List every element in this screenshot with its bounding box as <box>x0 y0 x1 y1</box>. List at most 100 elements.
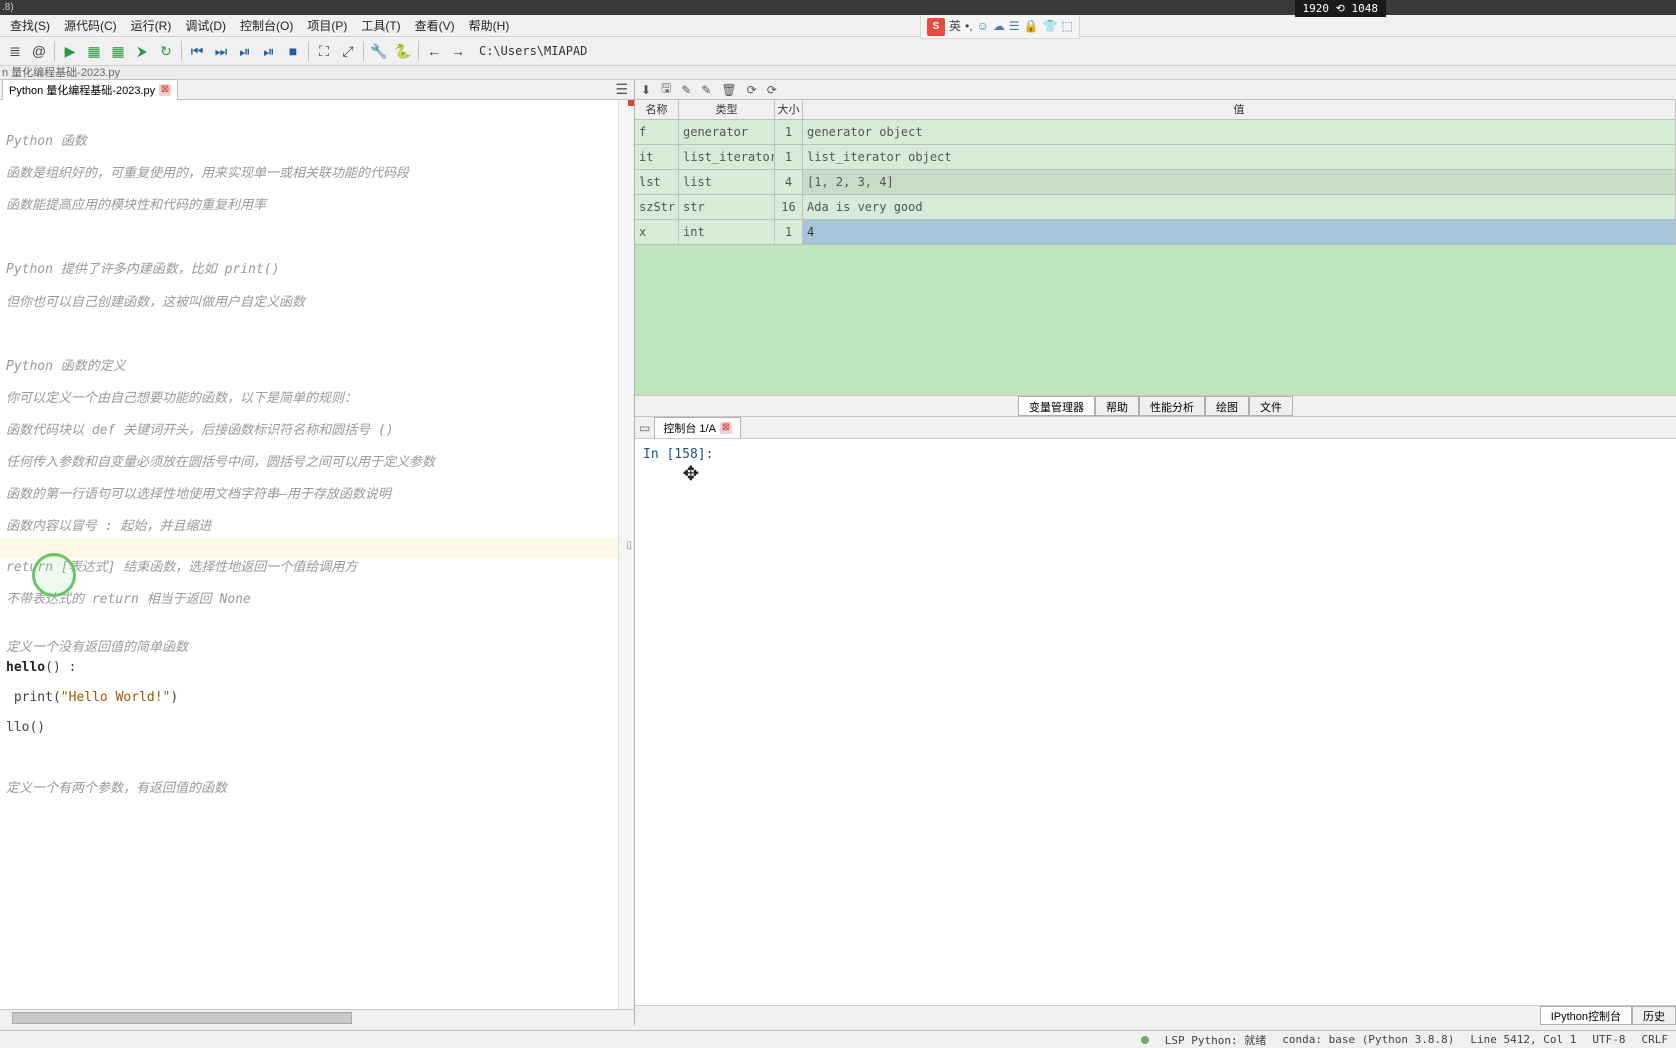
var-name: it <box>635 145 679 169</box>
ime-menu-icon[interactable]: ☰ <box>1009 19 1020 34</box>
tab-files[interactable]: 文件 <box>1249 396 1293 416</box>
ime-skin-icon[interactable]: 👕 <box>1043 19 1058 34</box>
debug-step-over-icon[interactable]: ⏭ <box>210 40 232 62</box>
var-type: str <box>679 195 775 219</box>
maximize-icon[interactable]: ⛶ <box>313 40 335 62</box>
tab-variable-explorer[interactable]: 变量管理器 <box>1018 396 1095 416</box>
main-area: Python 量化编程基础-2023.py ⊠ ☰ Python 函数 函数是组… <box>0 80 1676 1025</box>
menu-tools[interactable]: 工具(T) <box>355 15 406 36</box>
menu-console[interactable]: 控制台(O) <box>234 15 299 36</box>
rerun-icon[interactable]: ↻ <box>155 40 177 62</box>
save-icon[interactable]: 🖫 <box>661 79 671 100</box>
console-body[interactable]: In [158]: ✥ <box>635 439 1676 1005</box>
tab-history[interactable]: 历史 <box>1632 1006 1676 1025</box>
status-bar: LSP Python: 就绪 conda: base (Python 3.8.8… <box>0 1030 1676 1048</box>
scrollbar-thumb[interactable] <box>12 1012 352 1024</box>
toolbar: ≣ @ ▶ ▦ ▦ ⮞ ↻ ⏮ ⏭ ⏯ ⏯ ■ ⛶ ⤢ 🔧 🐍 ← → C:\U… <box>0 37 1676 66</box>
var-size: 1 <box>775 145 803 169</box>
nav-back-icon[interactable]: ← <box>423 40 445 62</box>
tab-help[interactable]: 帮助 <box>1095 396 1139 416</box>
status-line-col[interactable]: Line 5412, Col 1 <box>1470 1033 1576 1046</box>
menu-view[interactable]: 查看(V) <box>409 15 461 36</box>
menu-source[interactable]: 源代码(C) <box>58 15 123 36</box>
ime-punct-label[interactable]: •, <box>965 19 973 34</box>
preferences-icon[interactable]: 🔧 <box>368 40 390 62</box>
browse-icon[interactable]: ▭ <box>639 421 650 435</box>
status-lsp[interactable]: LSP Python: 就绪 <box>1165 1032 1266 1048</box>
separator <box>363 41 364 61</box>
console-tab-active[interactable]: 控制台 1/A ⊠ <box>654 417 741 438</box>
debug-step-out-icon[interactable]: ⏯ <box>258 40 280 62</box>
menu-project[interactable]: 项目(P) <box>301 15 353 36</box>
table-row[interactable]: szStr str 16 Ada is very good <box>635 195 1676 220</box>
tab-ipython-console[interactable]: IPython控制台 <box>1540 1006 1632 1025</box>
table-row[interactable]: f generator 1 generator object <box>635 120 1676 145</box>
run-icon[interactable]: ▶ <box>59 40 81 62</box>
refresh-icon[interactable]: ⟳ <box>747 83 757 97</box>
resolution-indicator: 1920 ⟲ 1048 <box>1295 0 1386 17</box>
menu-help[interactable]: 帮助(H) <box>463 15 516 36</box>
ime-box-icon[interactable]: ⬚ <box>1062 19 1073 34</box>
table-row[interactable]: x int 1 4 <box>635 220 1676 245</box>
variable-toolbar: ⬇ 🖫 ✎ ✎ 🗑 ⟳ ⟳ <box>635 80 1676 100</box>
header-size[interactable]: 大小 <box>775 100 803 119</box>
code-line: 任何传入参数和自变量必须放在圆括号中间，圆括号之间可以用于定义参数 <box>6 453 628 473</box>
ime-logo-icon: S <box>927 18 945 36</box>
fullscreen-icon[interactable]: ⤢ <box>337 40 359 62</box>
status-encoding[interactable]: UTF-8 <box>1592 1033 1625 1046</box>
debug-step-into-icon[interactable]: ⏯ <box>234 40 256 62</box>
tab-plots[interactable]: 绘图 <box>1205 396 1249 416</box>
menu-run[interactable]: 运行(R) <box>125 15 178 36</box>
editor-minimap[interactable]: ▯ <box>618 100 634 1009</box>
run-cell-advance-icon[interactable]: ▦ <box>107 40 129 62</box>
code-line: Python 函数 <box>6 132 628 152</box>
header-value[interactable]: 值 <box>803 100 1676 119</box>
close-icon[interactable]: ⊠ <box>720 422 732 434</box>
outline-icon[interactable]: ≣ <box>4 40 26 62</box>
code-line: hello() : <box>6 658 628 678</box>
console-tabs: ▭ 控制台 1/A ⊠ <box>635 417 1676 439</box>
pythonpath-icon[interactable]: 🐍 <box>392 40 414 62</box>
var-size: 1 <box>775 120 803 144</box>
header-name[interactable]: 名称 <box>635 100 679 119</box>
tab-profiler[interactable]: 性能分析 <box>1139 396 1205 416</box>
workdir-path[interactable]: C:\Users\MIAPAD <box>479 44 587 58</box>
run-selection-icon[interactable]: ⮞ <box>131 40 153 62</box>
status-eol[interactable]: CRLF <box>1642 1033 1669 1046</box>
editor-tab-label: Python 量化编程基础-2023.py <box>9 82 155 98</box>
editor-pane: Python 量化编程基础-2023.py ⊠ ☰ Python 函数 函数是组… <box>0 80 635 1025</box>
minimap-marker-icon <box>628 100 634 106</box>
editor-body[interactable]: Python 函数 函数是组织好的，可重复使用的，用来实现单一或相关联功能的代码… <box>0 100 634 1009</box>
saveas-icon[interactable]: ✎ <box>681 83 691 97</box>
separator <box>418 41 419 61</box>
header-type[interactable]: 类型 <box>679 100 775 119</box>
debug-stop-icon[interactable]: ■ <box>282 40 304 62</box>
ime-lock-icon[interactable]: 🔒 <box>1024 19 1039 34</box>
status-conda[interactable]: conda: base (Python 3.8.8) <box>1282 1033 1454 1046</box>
ime-cloud-icon[interactable]: ☁ <box>993 19 1005 34</box>
close-icon[interactable]: ⊠ <box>159 84 171 96</box>
editor-scrollbar[interactable] <box>0 1009 634 1025</box>
menu-debug[interactable]: 调试(D) <box>179 15 232 36</box>
table-row[interactable]: lst list 4 [1, 2, 3, 4] <box>635 170 1676 195</box>
edit-icon[interactable]: ✎ <box>701 83 711 97</box>
debug-step-back-icon[interactable]: ⏮ <box>186 40 208 62</box>
run-cell-icon[interactable]: ▦ <box>83 40 105 62</box>
title-partial: .8) <box>2 2 14 13</box>
nav-forward-icon[interactable]: → <box>447 40 469 62</box>
delete-icon[interactable]: 🗑 <box>721 83 736 97</box>
code-line: print("Hello World!") <box>6 688 628 708</box>
editor-tab-active[interactable]: Python 量化编程基础-2023.py ⊠ <box>2 79 178 100</box>
table-row[interactable]: it list_iterator 1 list_iterator object <box>635 145 1676 170</box>
menu-find[interactable]: 查找(S) <box>4 15 56 36</box>
refresh2-icon[interactable]: ⟳ <box>767 83 777 97</box>
ime-widget[interactable]: S 英 •, ☺ ☁ ☰ 🔒 👕 ⬚ <box>920 15 1080 39</box>
var-type: generator <box>679 120 775 144</box>
variable-table: f generator 1 generator object it list_i… <box>635 120 1676 395</box>
import-icon[interactable]: ⬇ <box>641 83 651 97</box>
at-icon[interactable]: @ <box>28 40 50 62</box>
ime-face-icon[interactable]: ☺ <box>977 19 989 34</box>
editor-options-icon[interactable]: ☰ <box>615 81 628 98</box>
ime-language-label[interactable]: 英 <box>949 19 961 34</box>
code-line: return [表达式] 结束函数，选择性地返回一个值给调用方 <box>6 558 628 578</box>
